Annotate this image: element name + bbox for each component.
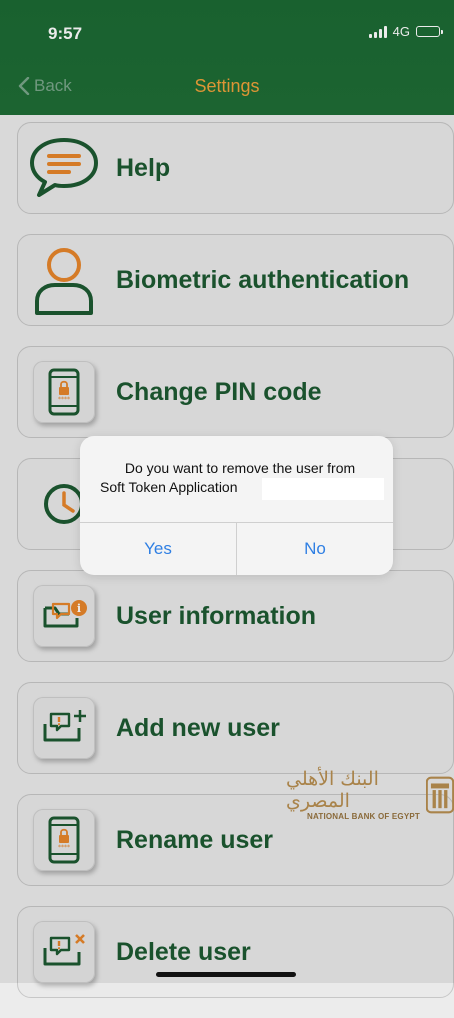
- yes-button[interactable]: Yes: [80, 522, 236, 575]
- bank-logo: البنك الأهلي المصري NATIONAL BANK OF EGY…: [286, 768, 454, 821]
- dialog-message-line1: Do you want to remove the user from: [124, 460, 356, 476]
- no-button[interactable]: No: [237, 522, 393, 575]
- logo-english-text: NATIONAL BANK OF EGYPT: [307, 812, 421, 821]
- redacted-username: [262, 478, 384, 500]
- logo-arabic-text: البنك الأهلي المصري: [286, 768, 379, 812]
- bank-emblem-icon: [426, 776, 454, 813]
- remove-user-dialog: Do you want to remove the user from Soft…: [80, 436, 393, 575]
- home-indicator[interactable]: [156, 972, 296, 977]
